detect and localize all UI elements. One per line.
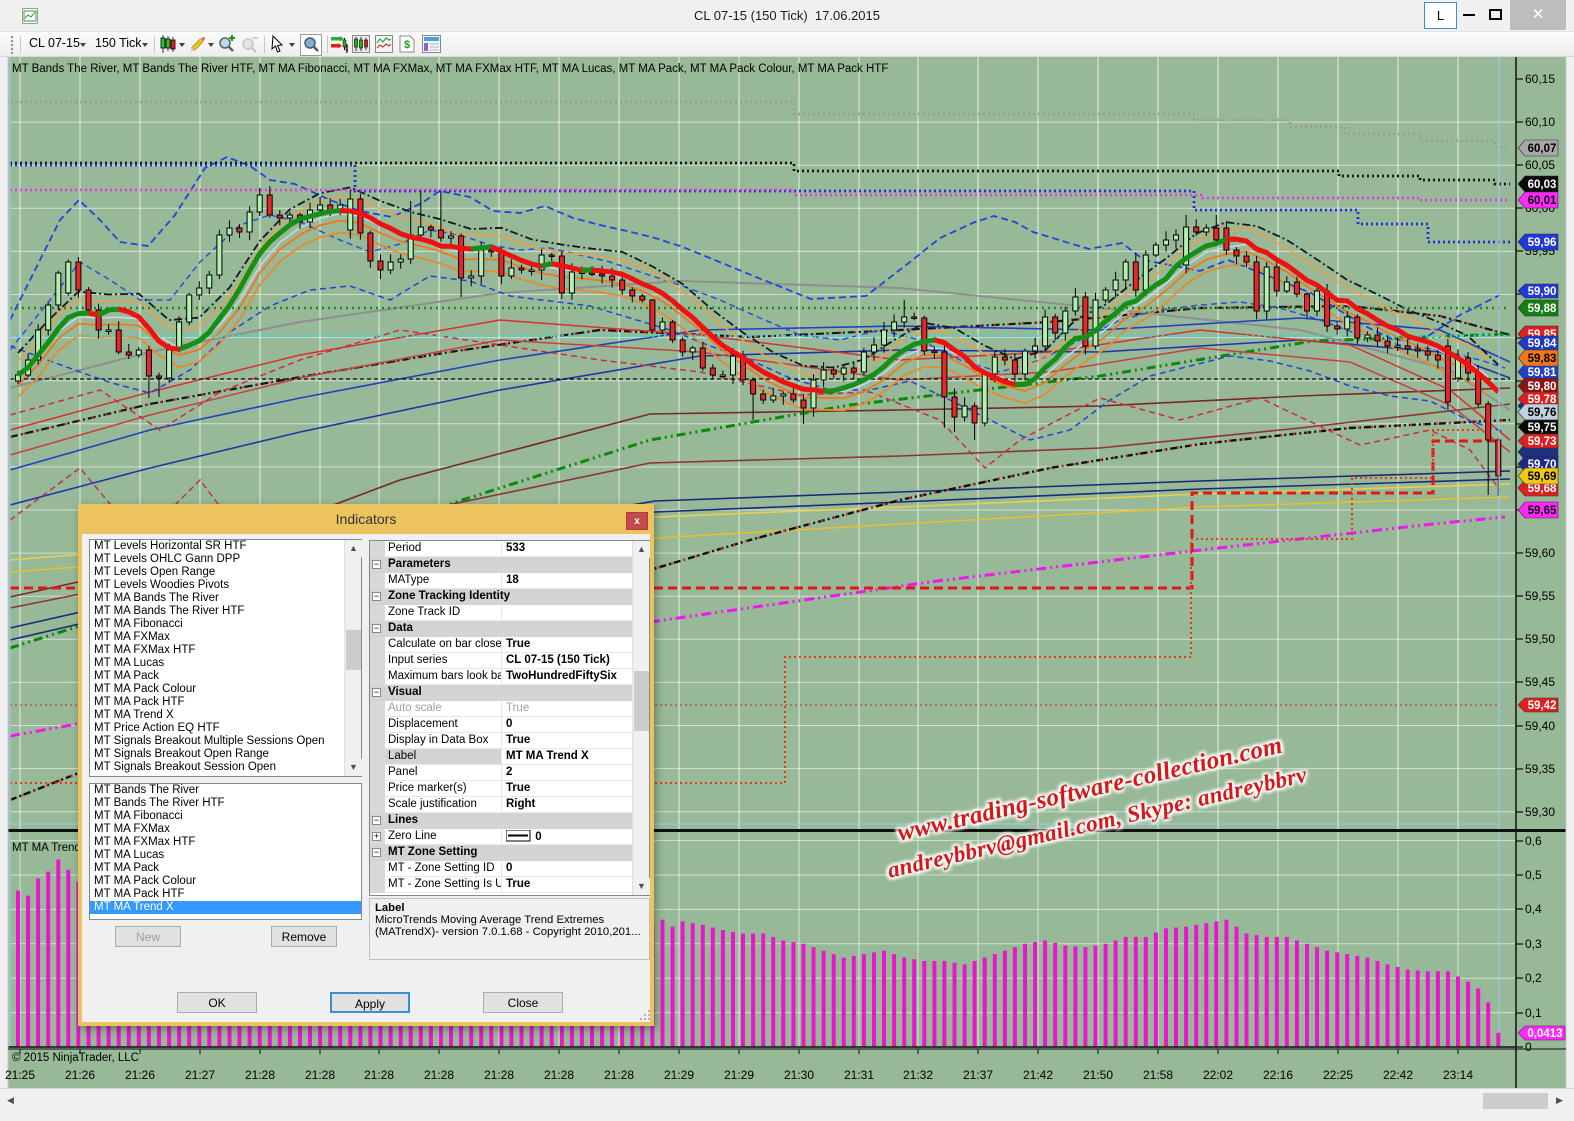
svg-text:21:28: 21:28 (305, 1068, 335, 1082)
svg-text:59,55: 59,55 (1525, 589, 1555, 603)
svg-text:© 2015 NinjaTrader, LLC: © 2015 NinjaTrader, LLC (12, 1052, 139, 1064)
svg-text:21:26: 21:26 (125, 1068, 155, 1082)
svg-text:60,10: 60,10 (1525, 115, 1555, 129)
svg-text:21:29: 21:29 (724, 1068, 754, 1082)
svg-text:22:02: 22:02 (1203, 1068, 1233, 1082)
svg-text:21:27: 21:27 (185, 1068, 215, 1082)
svg-text:59,83: 59,83 (1528, 353, 1557, 365)
svg-text:21:28: 21:28 (544, 1068, 574, 1082)
svg-text:60,03: 60,03 (1528, 179, 1557, 191)
svg-text:21:25: 21:25 (5, 1068, 35, 1082)
svg-text:0,1: 0,1 (1525, 1006, 1542, 1020)
svg-text:60,07: 60,07 (1528, 143, 1557, 155)
svg-text:MT MA Trend: MT MA Trend (12, 842, 81, 854)
svg-text:59,30: 59,30 (1525, 805, 1555, 819)
svg-text:59,35: 59,35 (1525, 762, 1555, 776)
svg-text:59,40: 59,40 (1525, 719, 1555, 733)
svg-text:59,88: 59,88 (1528, 303, 1557, 315)
svg-text:60,01: 60,01 (1528, 195, 1557, 207)
svg-text:21:42: 21:42 (1023, 1068, 1053, 1082)
svg-text:23:14: 23:14 (1443, 1068, 1473, 1082)
svg-text:21:31: 21:31 (844, 1068, 874, 1082)
svg-text:0,3: 0,3 (1525, 937, 1542, 951)
svg-text:59,96: 59,96 (1528, 237, 1557, 249)
svg-text:0,5: 0,5 (1525, 868, 1542, 882)
svg-text:59,68: 59,68 (1528, 483, 1557, 495)
svg-text:21:30: 21:30 (784, 1068, 814, 1082)
svg-text:60,05: 60,05 (1525, 158, 1555, 172)
svg-text:59,80: 59,80 (1528, 381, 1557, 393)
svg-text:21:29: 21:29 (664, 1068, 694, 1082)
svg-text:22:42: 22:42 (1383, 1068, 1413, 1082)
svg-text:22:16: 22:16 (1263, 1068, 1293, 1082)
svg-text:59,76: 59,76 (1528, 407, 1557, 419)
svg-text:21:58: 21:58 (1143, 1068, 1173, 1082)
svg-text:59,84: 59,84 (1528, 338, 1557, 350)
svg-text:59,73: 59,73 (1528, 436, 1557, 448)
svg-text:21:28: 21:28 (484, 1068, 514, 1082)
svg-text:MT Bands The River, MT Bands T: MT Bands The River, MT Bands The River H… (12, 63, 888, 75)
svg-text:59,60: 59,60 (1525, 546, 1555, 560)
svg-text:21:28: 21:28 (424, 1068, 454, 1082)
svg-text:21:28: 21:28 (604, 1068, 634, 1082)
svg-text:$: $ (404, 39, 410, 51)
svg-text:59,81: 59,81 (1528, 367, 1557, 379)
svg-text:59,69: 59,69 (1528, 471, 1557, 483)
svg-text:59,50: 59,50 (1525, 632, 1555, 646)
svg-text:0: 0 (1525, 1040, 1532, 1054)
svg-text:21:37: 21:37 (963, 1068, 993, 1082)
svg-text:60,15: 60,15 (1525, 72, 1555, 86)
svg-text:0,6: 0,6 (1525, 834, 1542, 848)
svg-text:59,65: 59,65 (1528, 505, 1557, 517)
svg-text:21:28: 21:28 (245, 1068, 275, 1082)
svg-text:59,45: 59,45 (1525, 675, 1555, 689)
svg-text:0,0413: 0,0413 (1527, 1028, 1562, 1040)
svg-text:21:28: 21:28 (364, 1068, 394, 1082)
svg-text:21:32: 21:32 (903, 1068, 933, 1082)
svg-text:59,90: 59,90 (1528, 286, 1557, 298)
svg-text:21:50: 21:50 (1083, 1068, 1113, 1082)
svg-text:59,42: 59,42 (1528, 700, 1557, 712)
svg-text:59,75: 59,75 (1528, 422, 1557, 434)
svg-text:0,4: 0,4 (1525, 902, 1542, 916)
svg-text:0,2: 0,2 (1525, 971, 1542, 985)
svg-text:21:26: 21:26 (65, 1068, 95, 1082)
svg-text:22:25: 22:25 (1323, 1068, 1353, 1082)
